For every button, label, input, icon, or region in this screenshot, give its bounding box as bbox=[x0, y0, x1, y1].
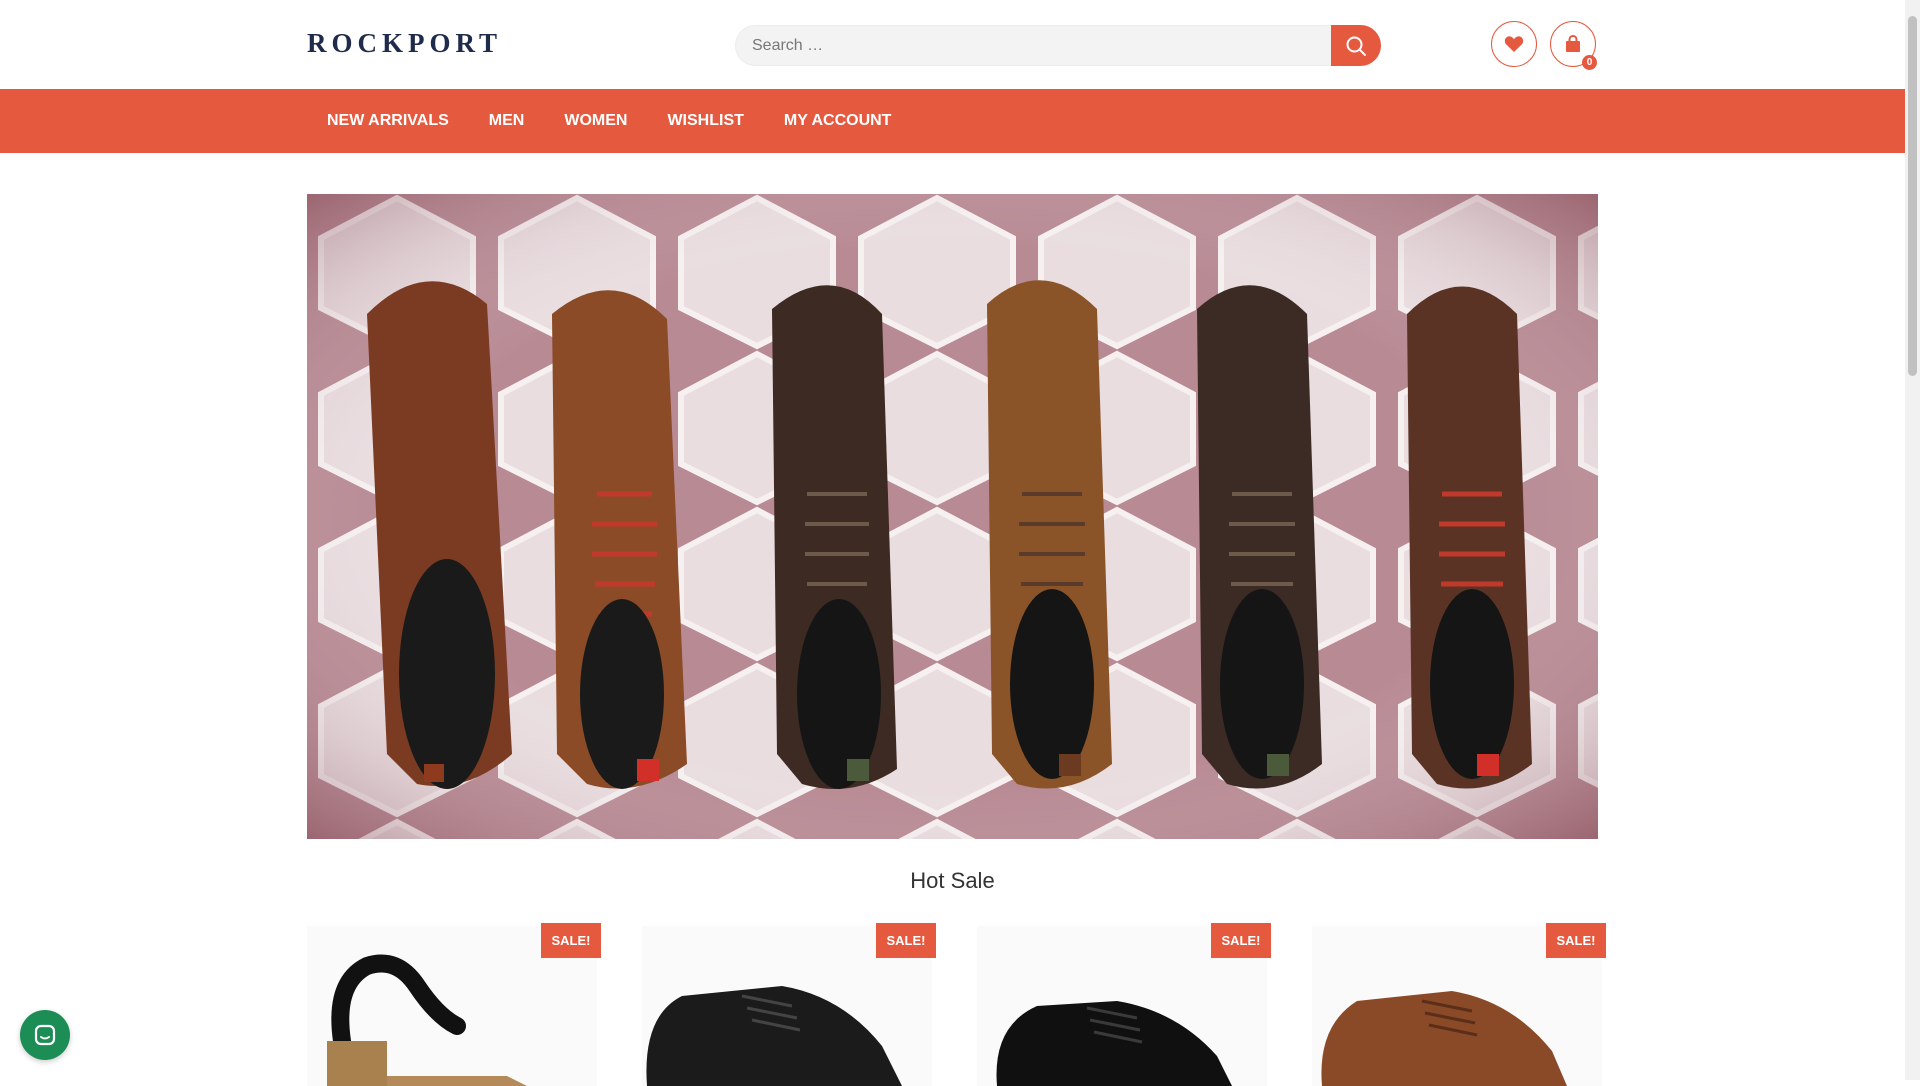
sale-badge: SALE! bbox=[1211, 923, 1271, 958]
search-input[interactable] bbox=[735, 25, 1332, 66]
heart-icon bbox=[1504, 36, 1524, 52]
nav-item-wishlist[interactable]: WISHLIST bbox=[647, 89, 763, 153]
boots-illustration bbox=[307, 194, 1598, 839]
search-button[interactable] bbox=[1331, 25, 1381, 66]
sale-badge: SALE! bbox=[876, 923, 936, 958]
section-title: Hot Sale bbox=[910, 868, 995, 893]
shopping-bag-icon bbox=[1566, 35, 1580, 52]
cart-button[interactable]: 0 bbox=[1550, 21, 1597, 70]
chat-widget-button[interactable] bbox=[20, 1010, 70, 1060]
page-scrollbar[interactable] bbox=[1905, 0, 1920, 1080]
site-logo[interactable]: ROCKPORT bbox=[307, 28, 502, 59]
search-icon bbox=[1346, 36, 1366, 56]
search-form bbox=[735, 25, 1381, 66]
chat-icon bbox=[34, 1024, 56, 1046]
nav-item-men[interactable]: MEN bbox=[469, 89, 545, 153]
wishlist-button[interactable] bbox=[1491, 21, 1537, 67]
nav-item-women[interactable]: WOMEN bbox=[544, 89, 647, 153]
nav-item-my-account[interactable]: MY ACCOUNT bbox=[764, 89, 912, 153]
hero-banner-image[interactable] bbox=[307, 194, 1598, 839]
nav-item-new-arrivals[interactable]: NEW ARRIVALS bbox=[307, 89, 469, 153]
scrollbar-thumb[interactable] bbox=[1908, 16, 1917, 376]
site-header: ROCKPORT 0 bbox=[0, 0, 1905, 89]
main-navigation: NEW ARRIVALS MEN WOMEN WISHLIST MY ACCOU… bbox=[0, 89, 1905, 153]
sale-badge: SALE! bbox=[1546, 923, 1606, 958]
page: ROCKPORT 0 NEW ARRIVALS bbox=[0, 0, 1905, 1086]
sale-badge: SALE! bbox=[541, 923, 601, 958]
cart-count-badge: 0 bbox=[1582, 55, 1597, 70]
